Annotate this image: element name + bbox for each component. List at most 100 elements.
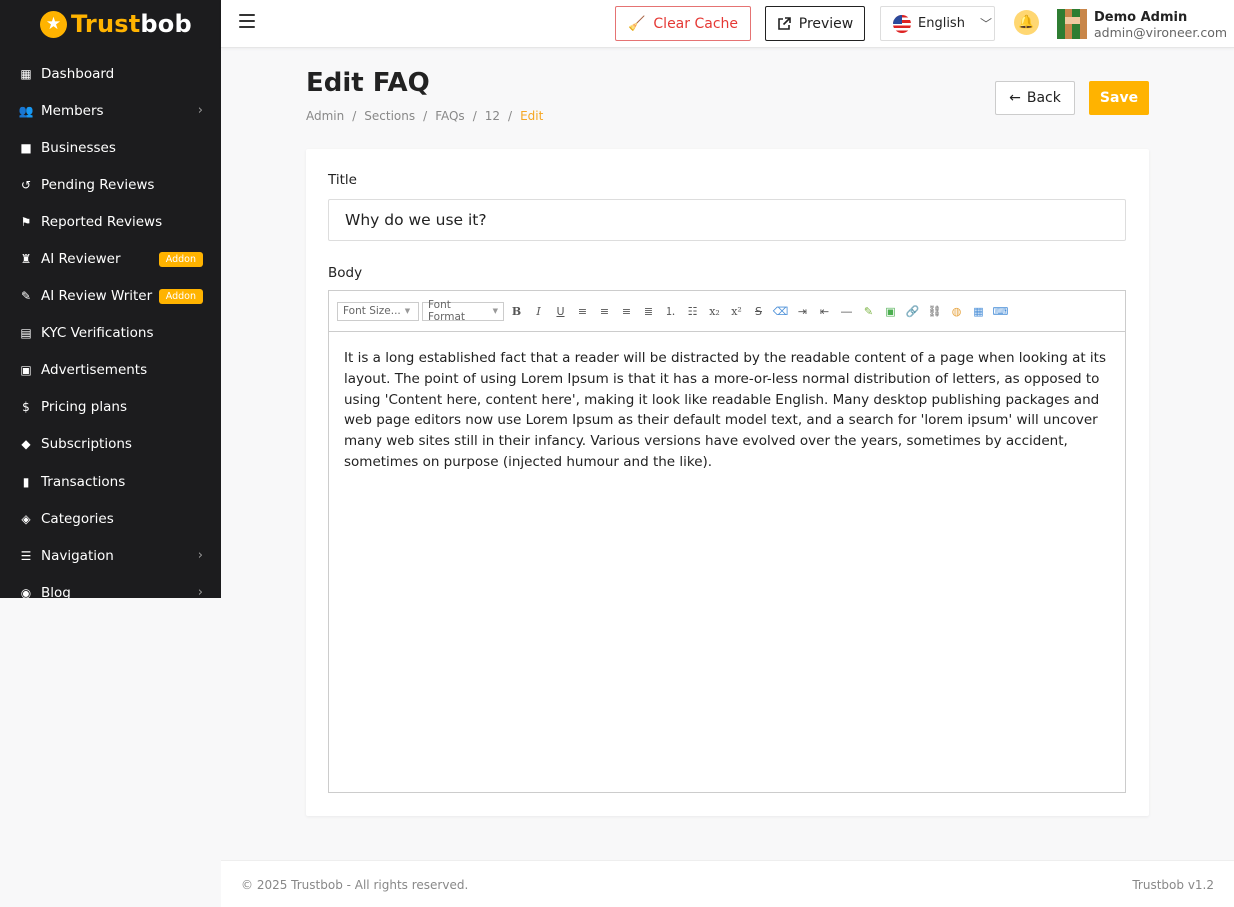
briefcase-icon: ■: [20, 140, 32, 155]
broom-icon: 🧹: [627, 15, 646, 32]
sidebar-item-navigation[interactable]: ☰ Navigation ›: [0, 537, 221, 574]
sidebar-item-ai-review-writer[interactable]: ✎ AI Review Writer Addon: [0, 278, 221, 315]
language-select[interactable]: English ﹀: [880, 6, 995, 41]
strikethrough-icon[interactable]: S: [749, 302, 768, 321]
copyright-text: © 2025 Trustbob - All rights reserved.: [241, 878, 469, 892]
back-button[interactable]: ← Back: [995, 81, 1075, 115]
dashboard-icon: ▦: [20, 66, 32, 81]
outdent-icon[interactable]: ⇤: [815, 302, 834, 321]
sidebar: ★ Trustbob ▦ Dashboard 👥 Members › ■ Businesse…: [0, 0, 221, 598]
addon-badge: Addon: [158, 288, 203, 304]
bold-icon[interactable]: B: [507, 302, 526, 321]
brand-logo[interactable]: ★ Trustbob: [0, 0, 221, 48]
align-center-icon[interactable]: ≡: [595, 302, 614, 321]
topbar: 🧹 Clear Cache Preview English ﹀ 🔔 Demo A…: [221, 0, 1234, 48]
sidebar-item-label: Categories: [41, 510, 114, 527]
chevron-right-icon: ›: [197, 103, 203, 119]
align-right-icon[interactable]: ≡: [617, 302, 636, 321]
sidebar-item-pricing-plans[interactable]: $ Pricing plans: [0, 389, 221, 426]
avatar[interactable]: [1057, 9, 1087, 39]
align-justify-icon[interactable]: ≣: [639, 302, 658, 321]
sidebar-item-members[interactable]: 👥 Members ›: [0, 92, 221, 129]
sidebar-item-subscriptions[interactable]: ◆ Subscriptions: [0, 426, 221, 463]
unordered-list-icon[interactable]: ☷: [683, 302, 702, 321]
sidebar-item-categories[interactable]: ◈ Categories: [0, 500, 221, 537]
editor-toolbar: Font Size... ▼ Font Format ▼ B I U ≡ ≡ ≡ ≣…: [329, 291, 1125, 332]
menu-toggle-icon[interactable]: [239, 14, 255, 28]
ad-icon: ▣: [20, 363, 32, 378]
edit-html-icon[interactable]: ✎: [859, 302, 878, 321]
user-email: admin@vironeer.com: [1094, 25, 1228, 40]
footer: © 2025 Trustbob - All rights reserved. T…: [221, 860, 1234, 907]
insert-table-icon[interactable]: ▦: [969, 302, 988, 321]
sidebar-item-label: Businesses: [41, 139, 116, 156]
sidebar-item-label: KYC Verifications: [41, 325, 154, 342]
sidebar-item-label: Pricing plans: [41, 399, 127, 416]
addon-badge: Addon: [158, 251, 203, 267]
title-label: Title: [328, 172, 357, 188]
chevron-right-icon: ›: [197, 548, 203, 564]
color-picker-icon[interactable]: ◍: [947, 302, 966, 321]
title-input[interactable]: [328, 199, 1126, 241]
page-title: Edit FAQ: [306, 68, 430, 98]
history-icon: ↺: [20, 177, 32, 192]
tags-icon: ◈: [21, 511, 31, 526]
user-name[interactable]: Demo Admin: [1094, 10, 1187, 25]
breadcrumb-current: Edit: [520, 109, 544, 123]
breadcrumb: Admin / Sections / FAQs/ 12/ Edit: [306, 109, 544, 123]
unlink-icon[interactable]: ⛓: [925, 302, 944, 321]
breadcrumb-sections[interactable]: Sections: [364, 109, 415, 123]
clear-cache-button[interactable]: 🧹 Clear Cache: [615, 6, 751, 41]
link-icon[interactable]: 🔗: [903, 302, 922, 321]
chevron-right-icon: ›: [197, 585, 203, 598]
sidebar-item-label: Blog: [41, 584, 71, 598]
robot-icon: ♜: [20, 252, 32, 267]
underline-icon[interactable]: U: [551, 302, 570, 321]
editor-content[interactable]: It is a long established fact that a rea…: [329, 332, 1125, 489]
receipt-icon: ▮: [22, 474, 30, 489]
source-code-icon[interactable]: ⌨: [991, 302, 1010, 321]
sidebar-item-ai-reviewer[interactable]: ♜ AI Reviewer Addon: [0, 240, 221, 277]
remove-format-icon[interactable]: ⌫: [771, 302, 790, 321]
breadcrumb-admin[interactable]: Admin: [306, 109, 344, 123]
sidebar-item-businesses[interactable]: ■ Businesses: [0, 129, 221, 166]
italic-icon[interactable]: I: [529, 302, 548, 321]
subscript-icon[interactable]: x₂: [705, 302, 724, 321]
sidebar-item-label: Reported Reviews: [41, 213, 163, 230]
gem-icon: ◆: [21, 437, 31, 452]
sidebar-item-dashboard[interactable]: ▦ Dashboard: [0, 55, 221, 92]
superscript-icon[interactable]: x²: [727, 302, 746, 321]
sidebar-item-advertisements[interactable]: ▣ Advertisements: [0, 352, 221, 389]
ordered-list-icon[interactable]: ⒈: [661, 302, 680, 321]
sidebar-item-blog[interactable]: ◉ Blog ›: [0, 574, 221, 598]
arrow-left-icon: ←: [1009, 90, 1021, 106]
preview-button[interactable]: Preview: [765, 6, 865, 41]
rich-text-editor: Font Size... ▼ Font Format ▼ B I U ≡ ≡ ≡ ≣…: [328, 290, 1126, 793]
id-card-icon: ▤: [20, 326, 32, 341]
sidebar-item-reported-reviews[interactable]: ⚑ Reported Reviews: [0, 203, 221, 240]
faq-form-card: Title Body Font Size...▼ Font Format▼ B …: [306, 149, 1149, 816]
list-icon: ☰: [20, 548, 32, 563]
align-left-icon[interactable]: ≡: [573, 302, 592, 321]
breadcrumb-id[interactable]: 12: [485, 109, 500, 123]
font-size-select[interactable]: Font Size... ▼: [337, 301, 419, 321]
horizontal-rule-icon[interactable]: ―: [837, 302, 856, 321]
breadcrumb-faqs[interactable]: FAQs: [435, 109, 465, 123]
sidebar-item-kyc-verifications[interactable]: ▤ KYC Verifications: [0, 315, 221, 352]
indent-icon[interactable]: ⇥: [793, 302, 812, 321]
sidebar-item-transactions[interactable]: ▮ Transactions: [0, 463, 221, 500]
sidebar-nav: ▦ Dashboard 👥 Members › ■ Businesses ↺ Pending R…: [0, 55, 221, 598]
sidebar-item-label: Navigation: [41, 547, 114, 564]
sidebar-item-pending-reviews[interactable]: ↺ Pending Reviews: [0, 166, 221, 203]
sidebar-item-label: AI Reviewer: [41, 251, 121, 268]
money-icon: $: [22, 400, 30, 415]
insert-image-icon[interactable]: ▣: [881, 302, 900, 321]
star-icon: ★: [40, 10, 67, 38]
font-format-select[interactable]: Font Format ▼: [422, 299, 504, 323]
save-button[interactable]: Save: [1089, 81, 1149, 115]
bell-icon[interactable]: 🔔: [1014, 10, 1039, 35]
rss-icon: ◉: [20, 585, 32, 598]
sidebar-item-label: Dashboard: [41, 65, 115, 82]
sidebar-item-label: Subscriptions: [41, 436, 132, 453]
external-link-icon: [777, 16, 791, 30]
